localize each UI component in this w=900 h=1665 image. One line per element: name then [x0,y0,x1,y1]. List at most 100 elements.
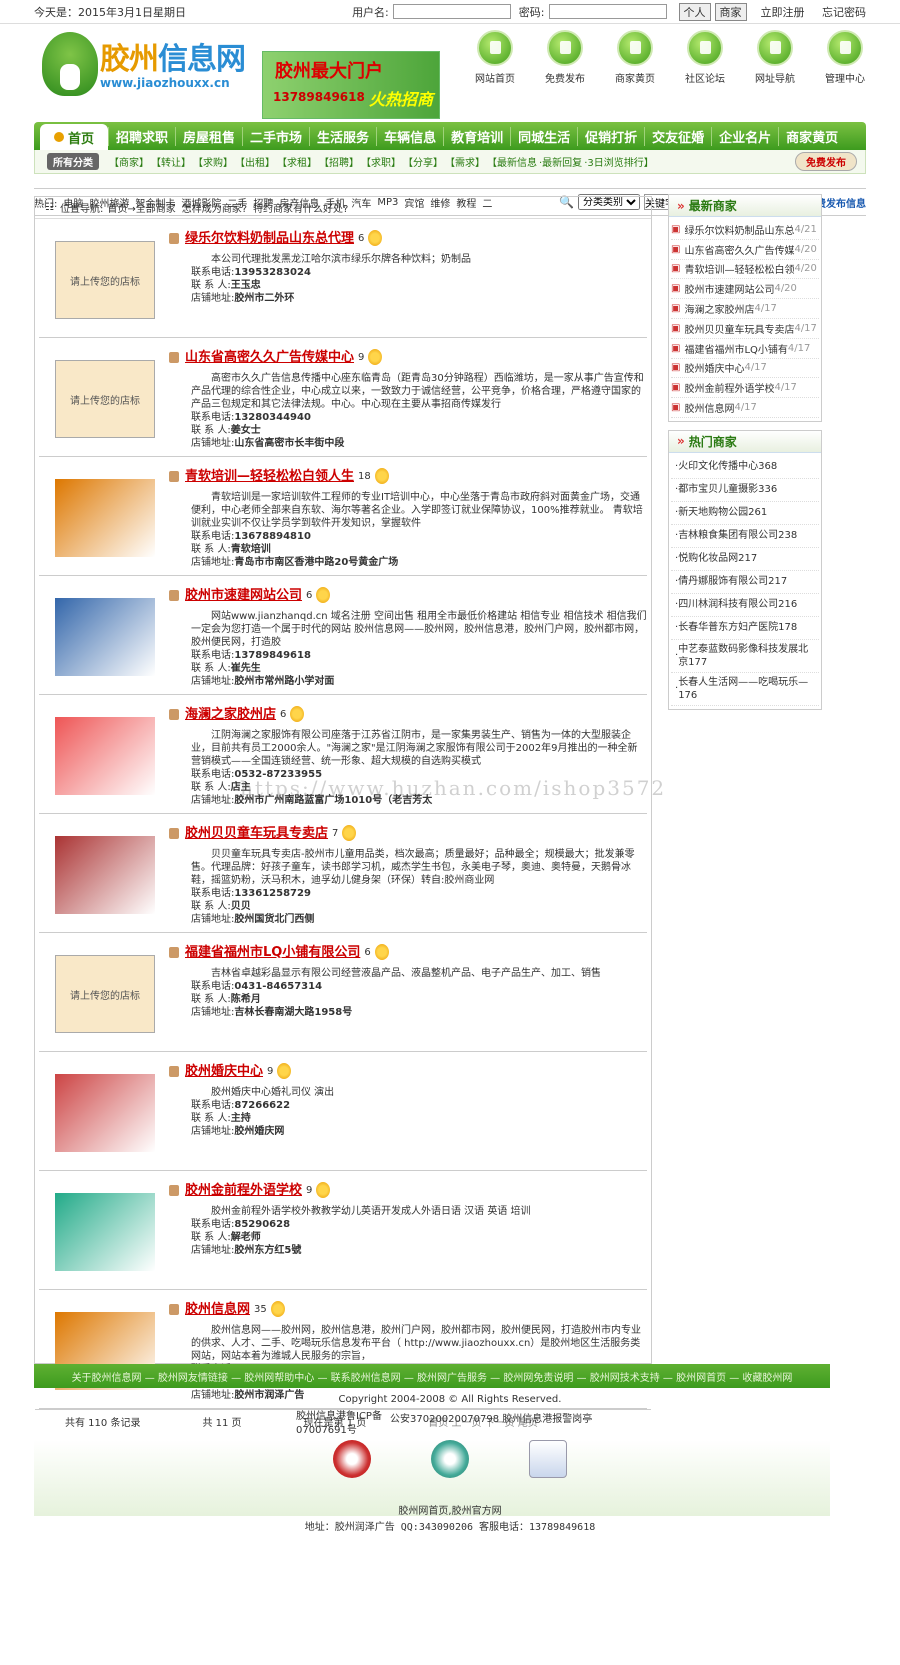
shop-icon [169,589,179,601]
quick-yellowpage[interactable]: 商家黄页 [600,30,670,85]
shop-logo[interactable] [55,1193,155,1271]
nav-item[interactable]: 教育培训 [443,126,510,146]
nav-item[interactable]: 车辆信息 [376,126,443,146]
latest-item[interactable]: ▣ 青软培训—轻轻松松白领 4/20 [671,260,819,280]
quick-directory[interactable]: 网址导航 [740,30,810,85]
vip-benefits-link[interactable]: 特约商家有什么好处? [253,200,348,215]
cyber-police-badge-icon[interactable] [529,1440,567,1478]
tel-label: 联系电话: [191,650,235,661]
hot-item[interactable]: · 火印文化传播中心368 [671,456,819,479]
subnav-item[interactable]: 【求职】 [361,154,401,169]
site-logo[interactable]: 胶州信息网 www.jiaozhouxx.cn [42,30,254,98]
nav-item[interactable]: 商家黄页 [778,126,845,146]
shop-logo[interactable]: 请上传您的店标 [55,360,155,438]
shop-logo[interactable] [55,479,155,557]
shop-name-link[interactable]: 胶州信息网 [185,1303,250,1316]
subnav-item[interactable]: 【转让】 [151,154,191,169]
password-input[interactable] [548,4,667,19]
latest-item[interactable]: ▣ 胶州信息网 4/17 [671,398,819,418]
subnav-item[interactable]: ·3日浏览排行】 [584,154,654,169]
subnav-item[interactable]: 【出租】 [235,154,275,169]
shop-logo[interactable] [55,598,155,676]
nav-item[interactable]: 促销打折 [577,126,644,146]
nav-home[interactable]: 首页 [40,124,108,150]
subnav-item[interactable]: 【求租】 [277,154,317,169]
shop-name-link[interactable]: 胶州金前程外语学校 [185,1184,302,1197]
shop-logo[interactable] [55,1074,155,1152]
police-badge-icon[interactable] [333,1440,371,1478]
latest-item[interactable]: ▣ 胶州贝贝童车玩具专卖店 4/17 [671,319,819,339]
header-banner-ad[interactable]: 胶州最大门户 13789849618 火热招商 [262,51,440,119]
username-input[interactable] [392,4,511,19]
forgot-password-link[interactable]: 忘记密码 [822,6,866,19]
quick-forum[interactable]: 社区论坛 [670,30,740,85]
list-bullet-icon: ▣ [671,243,681,255]
hot-item[interactable]: · 长春人生活网——吃喝玩乐—176 [671,673,819,706]
how-to-merchant-link[interactable]: 怎样成为商家? [182,200,247,215]
shop-name-link[interactable]: 山东省高密久久广告传媒中心 [185,351,354,364]
shop-icon [169,232,179,244]
latest-item[interactable]: ▣ 山东省高密久久广告传媒 4/20 [671,240,819,260]
nav-item[interactable]: 同城生活 [510,126,577,146]
subnav-item[interactable]: 【需求】 [445,154,485,169]
latest-item[interactable]: ▣ 绿乐尔饮料奶制品山东总 4/21 [671,220,819,240]
shop-name-link[interactable]: 胶州市速建网站公司 [185,589,302,602]
latest-item[interactable]: ▣ 胶州婚庆中心 4/17 [671,359,819,379]
medal-icon [342,825,357,841]
upload-placeholder: 请上传您的店标 [70,276,140,288]
nav-item[interactable]: 企业名片 [711,126,778,146]
police-record[interactable]: 公安37020020070798 胶州信息港报警岗亭 [390,1410,592,1425]
nav-item[interactable]: 生活服务 [309,126,376,146]
subnav-item[interactable]: 【最新信息 [487,154,537,169]
nav-item[interactable]: 招聘求职 [108,126,175,146]
free-publish-button[interactable]: 免费发布 [795,152,857,171]
shop-tel: 13361258729 [234,888,311,899]
nav-item[interactable]: 二手市场 [242,126,309,146]
shop-name-link[interactable]: 海澜之家胶州店 [185,708,276,721]
hot-item[interactable]: · 中艺泰蓝数码影像科技发展北京177 [671,640,819,673]
shop-name-link[interactable]: 福建省福州市LQ小铺有限公司 [185,946,360,959]
personal-login-button[interactable]: 个人 [678,2,711,21]
subnav-item[interactable]: 【招聘】 [319,154,359,169]
merchant-login-button[interactable]: 商家 [714,2,747,21]
shop-name-link[interactable]: 胶州贝贝童车玩具专卖店 [185,827,328,840]
hot-item[interactable]: · 四川林润科技有限公司216 [671,594,819,617]
shop-name-link[interactable]: 青软培训—轻轻松松白领人生 [185,470,354,483]
shop-name-link[interactable]: 绿乐尔饮料奶制品山东总代理 [185,232,354,245]
latest-item[interactable]: ▣ 胶州市速建网站公司 4/20 [671,279,819,300]
logo-text-b: 信息网 [158,42,246,77]
shop-name-link[interactable]: 胶州婚庆中心 [185,1065,263,1078]
latest-item[interactable]: ▣ 海澜之家胶州店 4/17 [671,299,819,319]
nav-item[interactable]: 交友征婚 [644,126,711,146]
hot-item[interactable]: · 吉林粮食集团有限公司238 [671,525,819,548]
network-safety-badge-icon[interactable] [431,1440,469,1478]
hot-item[interactable]: · 都市宝贝儿童摄影336 [671,479,819,502]
quick-admin[interactable]: 管理中心 [810,30,880,85]
shop-logo[interactable] [55,836,155,914]
shop-logo[interactable] [55,717,155,795]
latest-item[interactable]: ▣ 胶州金前程外语学校 4/17 [671,378,819,399]
footer-links[interactable]: 关于胶州信息网 — 胶州网友情链接 — 胶州网帮助中心 — 联系胶州信息网 — … [34,1364,830,1388]
subnav-item[interactable]: ·最新回复 [539,154,582,169]
subnav-item[interactable]: 【分享】 [403,154,443,169]
hot-item[interactable]: · 长春华普东方妇产医院178 [671,617,819,640]
quick-publish[interactable]: 免费发布 [530,30,600,85]
shop-icon [169,827,179,839]
hot-item[interactable]: · 悦购化妆品网217 [671,548,819,571]
register-link[interactable]: 立即注册 [761,6,805,19]
shop-logo[interactable]: 请上传您的店标 [55,955,155,1033]
shop-logo[interactable]: 请上传您的店标 [55,241,155,319]
breadcrumb-path[interactable]: 首页→全部商家 [107,200,175,215]
medal-icon [368,349,383,365]
footer-home-link[interactable]: 胶州网首页,胶州官方网 [0,1502,900,1517]
icp-number[interactable]: 胶州信息港鲁ICP备 07007691号 [296,1410,386,1438]
nav-item[interactable]: 房屋租售 [175,126,242,146]
hot-item[interactable]: · 新天地购物公园261 [671,502,819,525]
latest-item[interactable]: ▣ 福建省福州市LQ小铺有 4/17 [671,339,819,359]
hot-item[interactable]: · 倩丹娜服饰有限公司217 [671,571,819,594]
all-categories-button[interactable]: 所有分类 [47,153,99,170]
quick-home[interactable]: 网站首页 [460,30,530,85]
subnav-item[interactable]: 【求购】 [193,154,233,169]
subnav-item[interactable]: 【商家】 [109,154,149,169]
shop-description: 高密市久久广告信息传播中心座东临青岛（距青岛30分钟路程）西临潍坊，是一家从事广… [191,373,644,449]
